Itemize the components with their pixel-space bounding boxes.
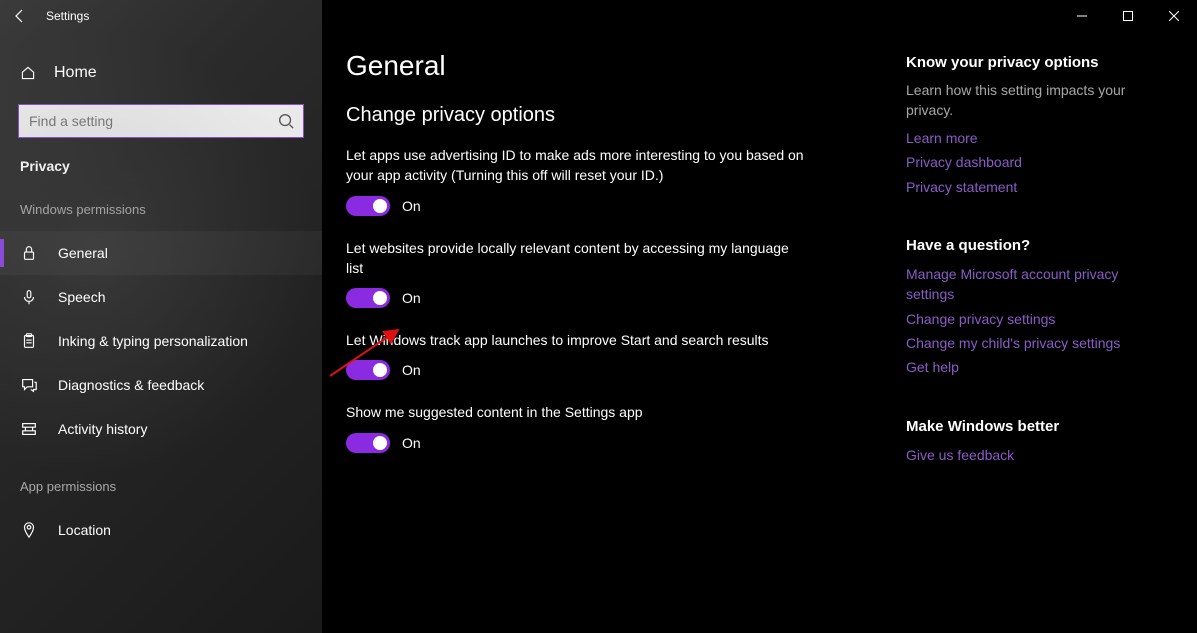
setting-text: Let apps use advertising ID to make ads … bbox=[346, 145, 806, 186]
aside: Know your privacy options Learn how this… bbox=[906, 50, 1197, 633]
toggle-suggested-content[interactable] bbox=[346, 433, 390, 453]
home-label: Home bbox=[54, 64, 97, 82]
maximize-button[interactable] bbox=[1105, 0, 1151, 32]
setting-advertising-id: Let apps use advertising ID to make ads … bbox=[346, 145, 906, 216]
setting-text: Let Windows track app launches to improv… bbox=[346, 330, 806, 350]
sidebar-item-label: Diagnostics & feedback bbox=[58, 377, 204, 393]
back-icon[interactable] bbox=[12, 8, 28, 24]
setting-track-app-launches: Let Windows track app launches to improv… bbox=[346, 330, 906, 380]
sidebar-item-label: Inking & typing personalization bbox=[58, 333, 248, 349]
toggle-state: On bbox=[402, 435, 421, 451]
main-content: General Change privacy options Let apps … bbox=[322, 0, 1197, 633]
sidebar-item-diagnostics[interactable]: Diagnostics & feedback bbox=[0, 363, 322, 407]
feedback-icon bbox=[20, 376, 38, 394]
aside-heading-privacy-options: Know your privacy options bbox=[906, 54, 1177, 71]
link-learn-more[interactable]: Learn more bbox=[906, 128, 1146, 148]
search-input[interactable] bbox=[29, 113, 277, 129]
sidebar-item-label: Speech bbox=[58, 289, 105, 305]
minimize-button[interactable] bbox=[1059, 0, 1105, 32]
location-icon bbox=[20, 521, 38, 539]
toggle-state: On bbox=[402, 198, 421, 214]
clipboard-icon bbox=[20, 332, 38, 350]
sidebar: Home Privacy Windows permissions General… bbox=[0, 0, 322, 633]
home-icon bbox=[20, 65, 36, 81]
microphone-icon bbox=[20, 288, 38, 306]
link-get-help[interactable]: Get help bbox=[906, 357, 1146, 377]
sidebar-item-home[interactable]: Home bbox=[0, 50, 322, 96]
aside-heading-question: Have a question? bbox=[906, 237, 1177, 254]
link-manage-account-privacy[interactable]: Manage Microsoft account privacy setting… bbox=[906, 264, 1146, 305]
section-heading: Privacy bbox=[0, 154, 322, 196]
group-heading-app-permissions: App permissions bbox=[0, 451, 322, 508]
setting-text: Let websites provide locally relevant co… bbox=[346, 238, 806, 279]
history-icon bbox=[20, 420, 38, 438]
group-heading-permissions: Windows permissions bbox=[0, 196, 322, 231]
title-bar: Settings bbox=[0, 0, 1197, 32]
close-button[interactable] bbox=[1151, 0, 1197, 32]
setting-text: Show me suggested content in the Setting… bbox=[346, 402, 806, 422]
sidebar-item-inking[interactable]: Inking & typing personalization bbox=[0, 319, 322, 363]
aside-text: Learn how this setting impacts your priv… bbox=[906, 81, 1136, 120]
sidebar-item-label: General bbox=[58, 245, 108, 261]
link-change-child-privacy[interactable]: Change my child's privacy settings bbox=[906, 333, 1146, 353]
search-icon bbox=[277, 112, 295, 130]
search-box[interactable] bbox=[18, 104, 304, 138]
aside-heading-make-better: Make Windows better bbox=[906, 418, 1177, 435]
setting-language-list: Let websites provide locally relevant co… bbox=[346, 238, 906, 309]
sidebar-item-label: Location bbox=[58, 522, 111, 538]
app-title: Settings bbox=[46, 9, 89, 23]
setting-suggested-content: Show me suggested content in the Setting… bbox=[346, 402, 906, 452]
link-privacy-statement[interactable]: Privacy statement bbox=[906, 177, 1146, 197]
sidebar-item-location[interactable]: Location bbox=[0, 508, 322, 552]
toggle-state: On bbox=[402, 290, 421, 306]
link-change-privacy-settings[interactable]: Change privacy settings bbox=[906, 309, 1146, 329]
toggle-state: On bbox=[402, 362, 421, 378]
sidebar-item-activity[interactable]: Activity history bbox=[0, 407, 322, 451]
sidebar-item-speech[interactable]: Speech bbox=[0, 275, 322, 319]
link-give-feedback[interactable]: Give us feedback bbox=[906, 445, 1146, 465]
toggle-advertising-id[interactable] bbox=[346, 196, 390, 216]
page-subheading: Change privacy options bbox=[346, 104, 906, 127]
sidebar-item-label: Activity history bbox=[58, 421, 147, 437]
toggle-language-list[interactable] bbox=[346, 288, 390, 308]
page-title: General bbox=[346, 50, 906, 82]
toggle-track-app-launches[interactable] bbox=[346, 360, 390, 380]
sidebar-item-general[interactable]: General bbox=[0, 231, 322, 275]
lock-icon bbox=[20, 244, 38, 262]
link-privacy-dashboard[interactable]: Privacy dashboard bbox=[906, 152, 1146, 172]
